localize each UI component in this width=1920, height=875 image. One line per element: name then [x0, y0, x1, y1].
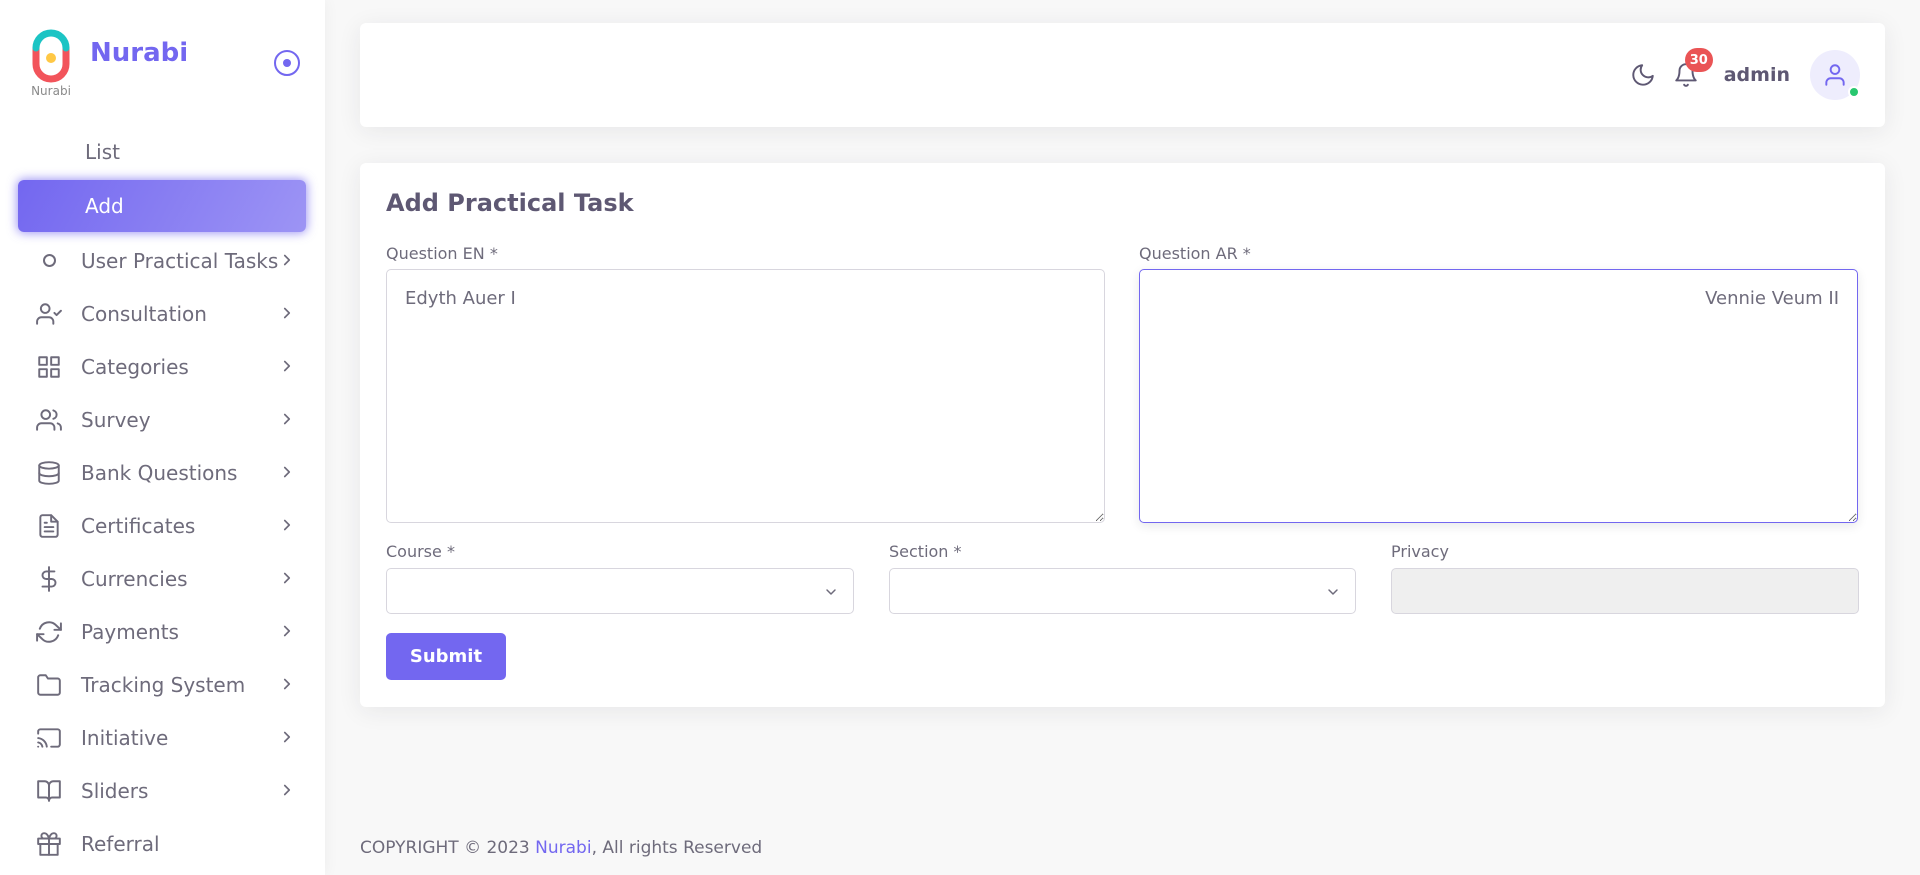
sidebar-item-currencies[interactable]: Currencies [18, 552, 306, 605]
sidebar-item-label: Payments [81, 619, 179, 644]
sidebar-item-label: Tracking System [81, 672, 246, 697]
brand[interactable]: Nurabi Nurabi [28, 28, 188, 100]
database-icon [36, 460, 62, 486]
navbar-actions: 30 admin [1630, 48, 1860, 100]
question-en-field[interactable] [386, 269, 1105, 523]
sidebar-item-user-practical-tasks[interactable]: User Practical Tasks [18, 234, 306, 287]
online-status-dot [1848, 86, 1860, 98]
sidebar-item-label: User Practical Tasks [81, 248, 279, 273]
users-icon [36, 407, 62, 433]
chevron-right-icon [283, 254, 291, 266]
circle-bullet-icon [36, 248, 62, 274]
user-icon [1825, 64, 1845, 86]
privacy-label: Privacy [1391, 542, 1449, 561]
footer: COPYRIGHT © 2023 Nurabi, All rights Rese… [360, 838, 762, 858]
question-ar-label: Question AR * [1139, 244, 1251, 263]
sidebar-subitem-list[interactable]: List [18, 126, 306, 178]
sidebar-item-tracking-system[interactable]: Tracking System [18, 658, 306, 711]
sidebar-item-label: Referral [81, 831, 160, 856]
question-ar-field[interactable] [1139, 269, 1858, 523]
refresh-icon [36, 619, 62, 645]
sidebar-collapse-toggle[interactable] [274, 50, 300, 76]
moon-icon[interactable] [1630, 62, 1656, 88]
course-select[interactable] [386, 568, 854, 614]
submit-button[interactable]: Submit [386, 633, 506, 680]
sidebar-item-survey[interactable]: Survey [18, 393, 306, 446]
chevron-right-icon [283, 360, 291, 372]
user-name[interactable]: admin [1724, 64, 1790, 86]
footer-copyright: COPYRIGHT © 2023 [360, 838, 536, 858]
chevron-right-icon [283, 466, 291, 478]
section-label: Section * [889, 542, 962, 561]
folder-icon [36, 672, 62, 698]
footer-rights: , All rights Reserved [591, 838, 763, 858]
sidebar-item-label: Bank Questions [81, 460, 238, 485]
brand-caption: Nurabi [31, 84, 71, 98]
sidebar-item-payments[interactable]: Payments [18, 605, 306, 658]
sidebar-item-consultation[interactable]: Consultation [18, 287, 306, 340]
chevron-right-icon [283, 572, 291, 584]
cast-icon [36, 725, 62, 751]
sidebar-menu: List Add User Practical Tasks Consultati… [18, 126, 306, 870]
book-open-icon [36, 778, 62, 804]
sidebar-item-bank-questions[interactable]: Bank Questions [18, 446, 306, 499]
sidebar-item-label: Currencies [81, 566, 188, 591]
question-en-label: Question EN * [386, 244, 498, 263]
sidebar-item-label: Categories [81, 354, 189, 379]
chevron-right-icon [283, 678, 291, 690]
sidebar-item-label: Initiative [81, 725, 169, 750]
sidebar: Nurabi Nurabi List Add User Practical Ta… [0, 0, 325, 875]
sidebar-item-label: Survey [81, 407, 151, 432]
chevron-right-icon [283, 731, 291, 743]
privacy-field [1391, 568, 1859, 614]
section-select[interactable] [889, 568, 1356, 614]
toggle-dot-icon [283, 59, 291, 67]
sidebar-item-referral[interactable]: Referral [18, 817, 306, 870]
file-text-icon [36, 513, 62, 539]
brand-logo-icon: Nurabi [28, 28, 74, 100]
user-check-icon [36, 301, 62, 327]
sidebar-item-label: Sliders [81, 778, 149, 803]
brand-name: Nurabi [90, 38, 189, 68]
sidebar-subitem-label: Add [85, 194, 124, 218]
page-title: Add Practical Task [386, 189, 634, 217]
footer-brand-link[interactable]: Nurabi [535, 838, 591, 858]
sidebar-subitem-add[interactable]: Add [18, 180, 306, 232]
sidebar-item-sliders[interactable]: Sliders [18, 764, 306, 817]
course-label: Course * [386, 542, 455, 561]
dollar-sign-icon [36, 565, 62, 592]
top-navbar: 30 admin [360, 23, 1885, 127]
chevron-right-icon [283, 307, 291, 319]
sidebar-item-categories[interactable]: Categories [18, 340, 306, 393]
chevron-down-icon [826, 589, 836, 595]
sidebar-item-label: Consultation [81, 301, 207, 326]
sidebar-item-label: Certificates [81, 513, 196, 538]
notifications-button[interactable]: 30 [1673, 48, 1713, 88]
sidebar-item-initiative[interactable]: Initiative [18, 711, 306, 764]
avatar[interactable] [1810, 50, 1860, 100]
sidebar-subitem-label: List [85, 140, 120, 164]
chevron-right-icon [283, 413, 291, 425]
add-practical-task-card: Add Practical Task Question EN * Questio… [360, 163, 1885, 707]
grid-icon [36, 354, 62, 380]
chevron-down-icon [1328, 589, 1338, 595]
gift-icon [36, 831, 62, 857]
chevron-right-icon [283, 625, 291, 637]
chevron-right-icon [283, 519, 291, 531]
notification-count-badge: 30 [1684, 48, 1713, 72]
sidebar-item-certificates[interactable]: Certificates [18, 499, 306, 552]
chevron-right-icon [283, 784, 291, 796]
